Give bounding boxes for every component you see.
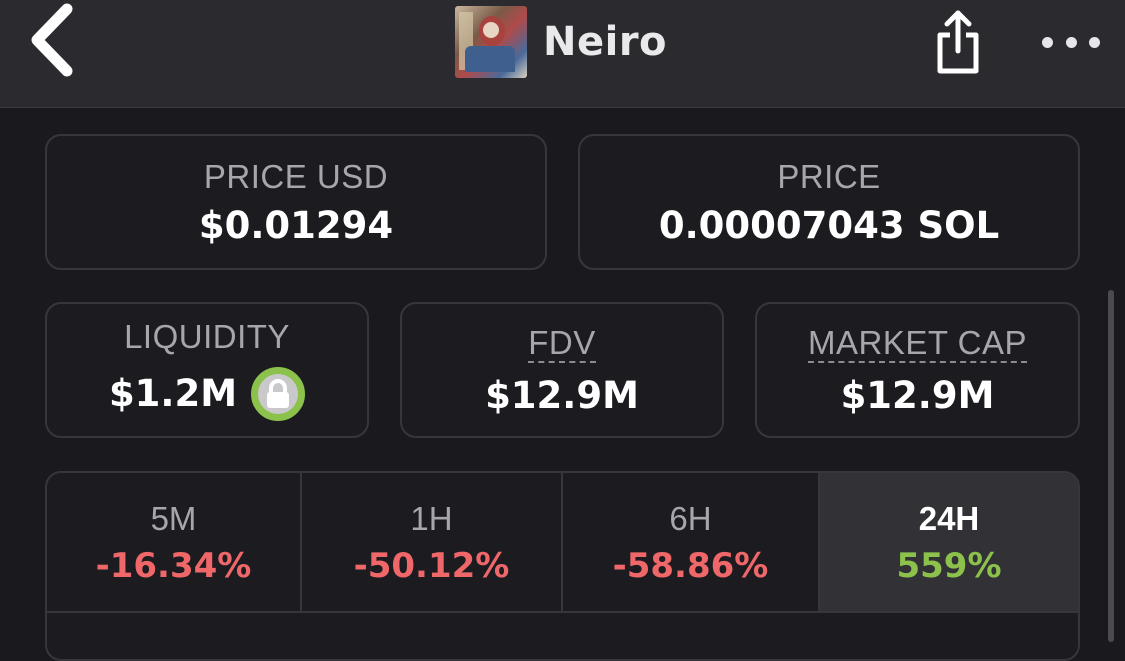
more-button[interactable]: [1042, 26, 1100, 58]
fdv-card: FDV $12.9M: [400, 302, 724, 438]
price-sol-value: 0.00007043 SOL: [658, 204, 1000, 247]
scrollbar[interactable]: [1108, 290, 1114, 642]
tab-24h[interactable]: 24H 559%: [820, 473, 1078, 611]
tab-5m[interactable]: 5M -16.34%: [47, 473, 302, 611]
more-horizontal-icon: [1042, 36, 1053, 48]
fdv-label[interactable]: FDV: [528, 326, 596, 363]
price-change-value: 559%: [896, 545, 1002, 586]
tab-6h[interactable]: 6H -58.86%: [563, 473, 820, 611]
share-button[interactable]: [928, 6, 988, 78]
market-cap-card: MARKET CAP $12.9M: [755, 302, 1080, 438]
token-name: Neiro: [543, 19, 668, 65]
liquidity-label: LIQUIDITY: [124, 317, 290, 355]
price-change-value: -50.12%: [353, 545, 510, 586]
fdv-value: $12.9M: [485, 374, 639, 417]
price-sol-label: PRICE: [777, 158, 881, 195]
tab-label: 5M: [150, 499, 197, 537]
back-button[interactable]: [24, 2, 80, 78]
top-bar: Neiro: [0, 0, 1125, 108]
timeframe-tabs: 5M -16.34% 1H -50.12% 6H -58.86% 24H 559…: [45, 471, 1080, 661]
liquidity-value: $1.2M: [108, 372, 238, 415]
tab-label: 24H: [918, 499, 980, 537]
tab-label: 1H: [410, 499, 453, 537]
market-cap-value: $12.9M: [840, 374, 995, 417]
price-usd-card: PRICE USD $0.01294: [45, 134, 547, 270]
token-avatar: [455, 6, 527, 78]
token-title[interactable]: Neiro: [455, 6, 667, 78]
liquidity-card: LIQUIDITY $1.2M: [45, 302, 369, 438]
lock-icon[interactable]: [251, 366, 306, 421]
price-usd-value: $0.01294: [198, 204, 394, 247]
chevron-left-icon: [31, 3, 73, 77]
share-icon: [937, 10, 979, 74]
market-cap-label[interactable]: MARKET CAP: [808, 326, 1027, 363]
tab-1h[interactable]: 1H -50.12%: [302, 473, 563, 611]
price-change-value: -58.86%: [612, 545, 769, 586]
price-sol-card: PRICE 0.00007043 SOL: [578, 134, 1080, 270]
price-change-value: -16.34%: [95, 545, 252, 586]
price-usd-label: PRICE USD: [203, 158, 389, 195]
tab-label: 6H: [669, 499, 712, 537]
